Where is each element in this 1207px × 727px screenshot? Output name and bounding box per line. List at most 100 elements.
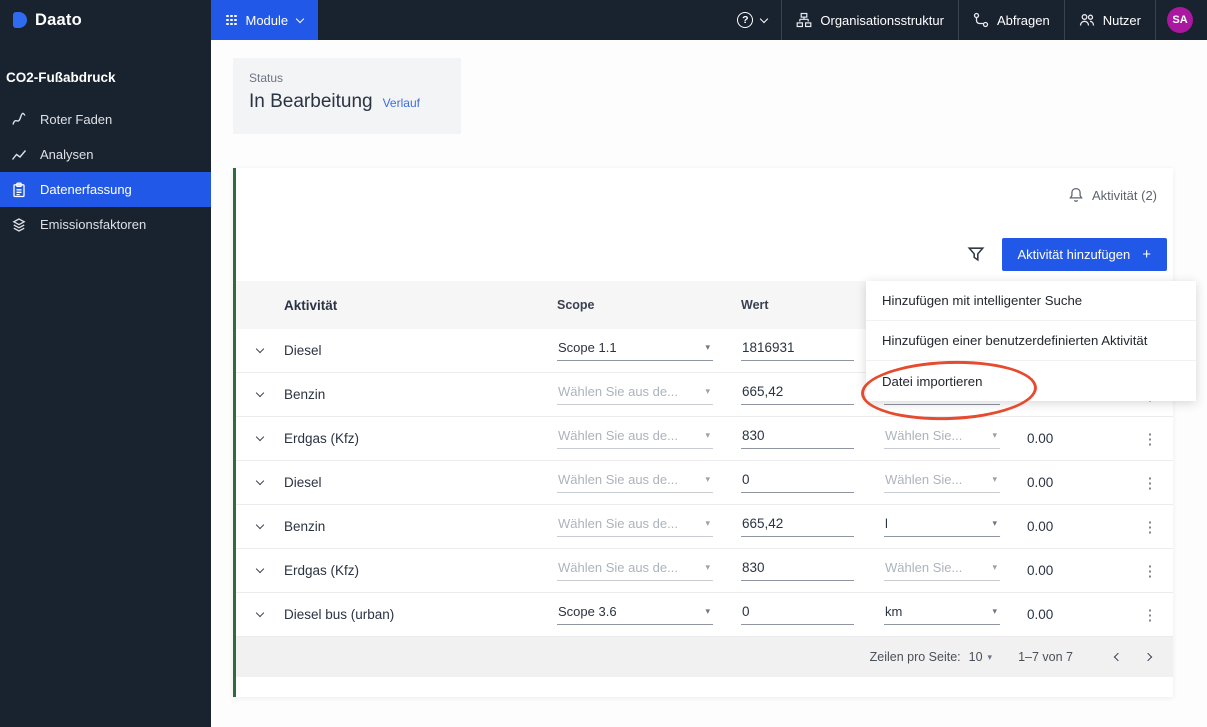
rows-per-page-value: 10	[968, 650, 983, 664]
scope-placeholder: Wählen Sie aus de...	[558, 384, 678, 399]
row-menu-button[interactable]: ⋮	[1127, 562, 1173, 580]
table-row: Diesel bus (urban) Scope 3.6 ▾ 0 km ▾ 0.00…	[236, 593, 1173, 637]
scope-select[interactable]: Wählen Sie aus de... ▾	[557, 428, 713, 449]
scope-select[interactable]: Wählen Sie aus de... ▾	[557, 516, 713, 537]
result-value: 0.00	[1027, 519, 1054, 534]
activity-name: Erdgas (Kfz)	[284, 563, 360, 578]
row-menu-button[interactable]: ⋮	[1127, 518, 1173, 536]
einheit-select[interactable]: Wählen Sie... ▾	[884, 472, 1000, 493]
verlauf-link[interactable]: Verlauf	[383, 96, 420, 110]
einheit-select[interactable]: l ▾	[884, 516, 1000, 537]
nav-abfragen[interactable]: Abfragen	[957, 0, 1064, 40]
brand-logo: Daato	[0, 0, 211, 40]
row-menu-button[interactable]: ⋮	[1127, 430, 1173, 448]
row-menu-button[interactable]: ⋮	[1127, 606, 1173, 624]
scope-placeholder: Wählen Sie aus de...	[558, 560, 678, 575]
rows-per-page-select[interactable]: 10 ▾	[969, 650, 992, 664]
wert-input[interactable]: 0	[741, 472, 854, 493]
activity-name: Benzin	[284, 519, 326, 534]
sidebar-item-roter-faden[interactable]: Roter Faden	[0, 102, 211, 137]
einheit-placeholder: Wählen Sie...	[885, 472, 963, 487]
header-aktivitaet: Aktivität	[284, 297, 338, 313]
row-menu-button[interactable]: ⋮	[1127, 474, 1173, 492]
einheit-select[interactable]: km ▾	[884, 604, 1000, 625]
activity-badge-label: Aktivität (2)	[1091, 187, 1157, 203]
module-button[interactable]: Module	[211, 0, 319, 40]
table-row: Erdgas (Kfz) Wählen Sie aus de... ▾ 830 W…	[236, 417, 1173, 461]
einheit-value: km	[885, 604, 903, 619]
result-value: 0.00	[1027, 431, 1054, 446]
row-expand-button[interactable]	[236, 520, 284, 530]
next-page-button[interactable]	[1133, 652, 1163, 662]
chevron-down-icon	[760, 14, 769, 23]
caret-down-icon: ▾	[992, 518, 997, 528]
einheit-placeholder: Wählen Sie...	[885, 428, 963, 443]
sidebar-item-label: Analysen	[40, 147, 94, 162]
activity-name: Erdgas (Kfz)	[284, 431, 360, 446]
sidebar-item-emissionsfaktoren[interactable]: Emissionsfaktoren	[0, 207, 211, 242]
scope-value: Scope 3.6	[558, 604, 617, 619]
sidebar-item-analysen[interactable]: Analysen	[0, 137, 211, 172]
chevron-down-icon	[255, 520, 265, 530]
chevron-down-icon	[255, 608, 265, 618]
user-avatar[interactable]: SA	[1167, 7, 1193, 33]
activity-name: Diesel bus (urban)	[284, 607, 395, 622]
chevron-right-icon	[1143, 652, 1153, 662]
caret-down-icon: ▾	[992, 430, 997, 440]
wert-input[interactable]: 665,42	[741, 516, 854, 537]
activity-badge[interactable]: Aktivität (2)	[1068, 187, 1157, 203]
einheit-select[interactable]: Wählen Sie... ▾	[884, 560, 1000, 581]
caret-down-icon: ▾	[992, 606, 997, 616]
caret-down-icon: ▾	[992, 474, 997, 484]
header-scope: Scope	[557, 298, 595, 312]
row-expand-button[interactable]	[236, 344, 284, 354]
prev-page-button[interactable]	[1103, 652, 1133, 662]
scope-select[interactable]: Wählen Sie aus de... ▾	[557, 472, 713, 493]
wert-input[interactable]: 830	[741, 560, 854, 581]
wert-input[interactable]: 665,42	[741, 384, 854, 405]
scope-value: Scope 1.1	[558, 340, 617, 355]
table-footer: Zeilen pro Seite: 10 ▾ 1–7 von 7	[236, 637, 1173, 677]
users-icon	[1079, 14, 1094, 26]
filter-button[interactable]	[967, 245, 985, 263]
nav-label: Organisationsstruktur	[820, 12, 944, 28]
menu-item-intelligente-suche[interactable]: Hinzufügen mit intelligenter Suche	[866, 281, 1196, 321]
rows-per-page-label: Zeilen pro Seite:	[869, 650, 961, 664]
header-wert: Wert	[741, 298, 769, 312]
wert-input[interactable]: 830	[741, 428, 854, 449]
chevron-down-icon	[255, 432, 265, 442]
scope-placeholder: Wählen Sie aus de...	[558, 472, 678, 487]
einheit-select[interactable]: Wählen Sie... ▾	[884, 428, 1000, 449]
chevron-down-icon	[255, 344, 265, 354]
row-expand-button[interactable]	[236, 388, 284, 398]
row-expand-button[interactable]	[236, 564, 284, 574]
wert-input[interactable]: 1816931	[741, 340, 854, 361]
scope-select[interactable]: Wählen Sie aus de... ▾	[557, 560, 713, 581]
menu-item-benutzerdefinierte-aktivitaet[interactable]: Hinzufügen einer benutzerdefinierten Akt…	[866, 321, 1196, 361]
row-expand-button[interactable]	[236, 432, 284, 442]
sidebar-item-datenerfassung[interactable]: Datenerfassung	[0, 172, 211, 207]
menu-item-datei-importieren[interactable]: Datei importieren	[866, 361, 1196, 401]
add-activity-button[interactable]: Aktivität hinzufügen +	[1001, 238, 1167, 271]
nav-nutzer[interactable]: Nutzer	[1063, 0, 1156, 40]
nav-label: Abfragen	[996, 12, 1050, 28]
wert-input[interactable]: 0	[741, 604, 854, 625]
scope-select[interactable]: Wählen Sie aus de... ▾	[557, 384, 713, 405]
result-value: 0.00	[1027, 607, 1054, 622]
nav-organisationsstruktur[interactable]: Organisationsstruktur	[781, 0, 958, 40]
help-menu[interactable]: ?	[723, 0, 781, 40]
row-expand-button[interactable]	[236, 608, 284, 618]
filter-icon	[967, 247, 985, 262]
caret-down-icon: ▾	[705, 342, 710, 352]
scope-select[interactable]: Scope 1.1 ▾	[557, 340, 713, 361]
chevron-down-icon	[255, 388, 265, 398]
chevron-left-icon	[1113, 652, 1123, 662]
scope-select[interactable]: Scope 3.6 ▾	[557, 604, 713, 625]
kebab-icon: ⋮	[1142, 518, 1158, 536]
main-content: Status In Bearbeitung Verlauf Aktivität …	[211, 40, 1207, 727]
row-expand-button[interactable]	[236, 476, 284, 486]
einheit-value: l	[885, 516, 888, 531]
table-row: Erdgas (Kfz) Wählen Sie aus de... ▾ 830 W…	[236, 549, 1173, 593]
plus-icon: +	[1142, 246, 1151, 263]
help-icon: ?	[737, 12, 754, 28]
